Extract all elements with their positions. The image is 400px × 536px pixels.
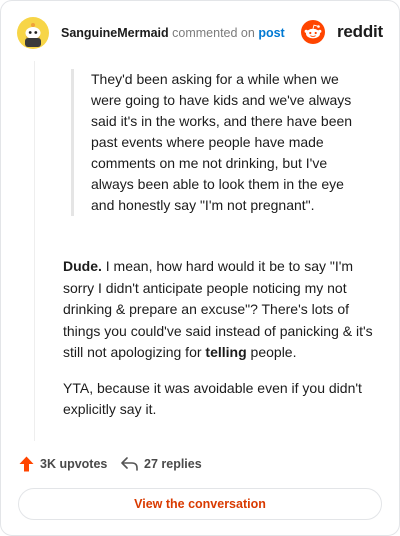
bold-word: telling <box>205 344 247 360</box>
quote-paragraph: They'd been asking for a while when we w… <box>91 71 353 213</box>
replies-button[interactable]: 27 replies <box>121 453 202 475</box>
bold-lead: Dude. <box>63 258 102 274</box>
thread-line <box>34 61 35 441</box>
comment-card: SanguineMermaid commented on post reddit… <box>0 0 400 536</box>
snoo-avatar-icon[interactable] <box>17 17 49 49</box>
comment-body: Dude. I mean, how hard would it be to sa… <box>63 256 373 421</box>
reply-arrow-icon <box>121 457 138 471</box>
reddit-wordmark: reddit <box>336 22 383 41</box>
reddit-logo-icon <box>301 20 325 44</box>
username-link[interactable]: SanguineMermaid <box>61 26 169 40</box>
card-header: SanguineMermaid commented on post reddit <box>17 17 383 53</box>
comment-paragraph-2: YTA, because it was avoidable even if yo… <box>63 379 362 418</box>
view-conversation-button[interactable]: View the conversation <box>18 488 382 520</box>
upvote-arrow-icon <box>19 456 34 472</box>
reddit-brand[interactable]: reddit <box>301 20 383 46</box>
action-text: commented on <box>172 26 255 40</box>
action-bar: 3K upvotes 27 replies <box>19 453 381 475</box>
post-link[interactable]: post <box>258 26 284 40</box>
upvote-count: 3K upvotes <box>40 457 108 471</box>
byline: SanguineMermaid commented on post <box>61 26 285 40</box>
upvote-button[interactable]: 3K upvotes <box>19 453 107 475</box>
comment-paragraph-1: Dude. I mean, how hard would it be to sa… <box>63 256 373 364</box>
quoted-text: They'd been asking for a while when we w… <box>71 69 381 216</box>
paragraph-1-text-b: people. <box>246 344 297 360</box>
reply-count: 27 replies <box>144 457 202 471</box>
